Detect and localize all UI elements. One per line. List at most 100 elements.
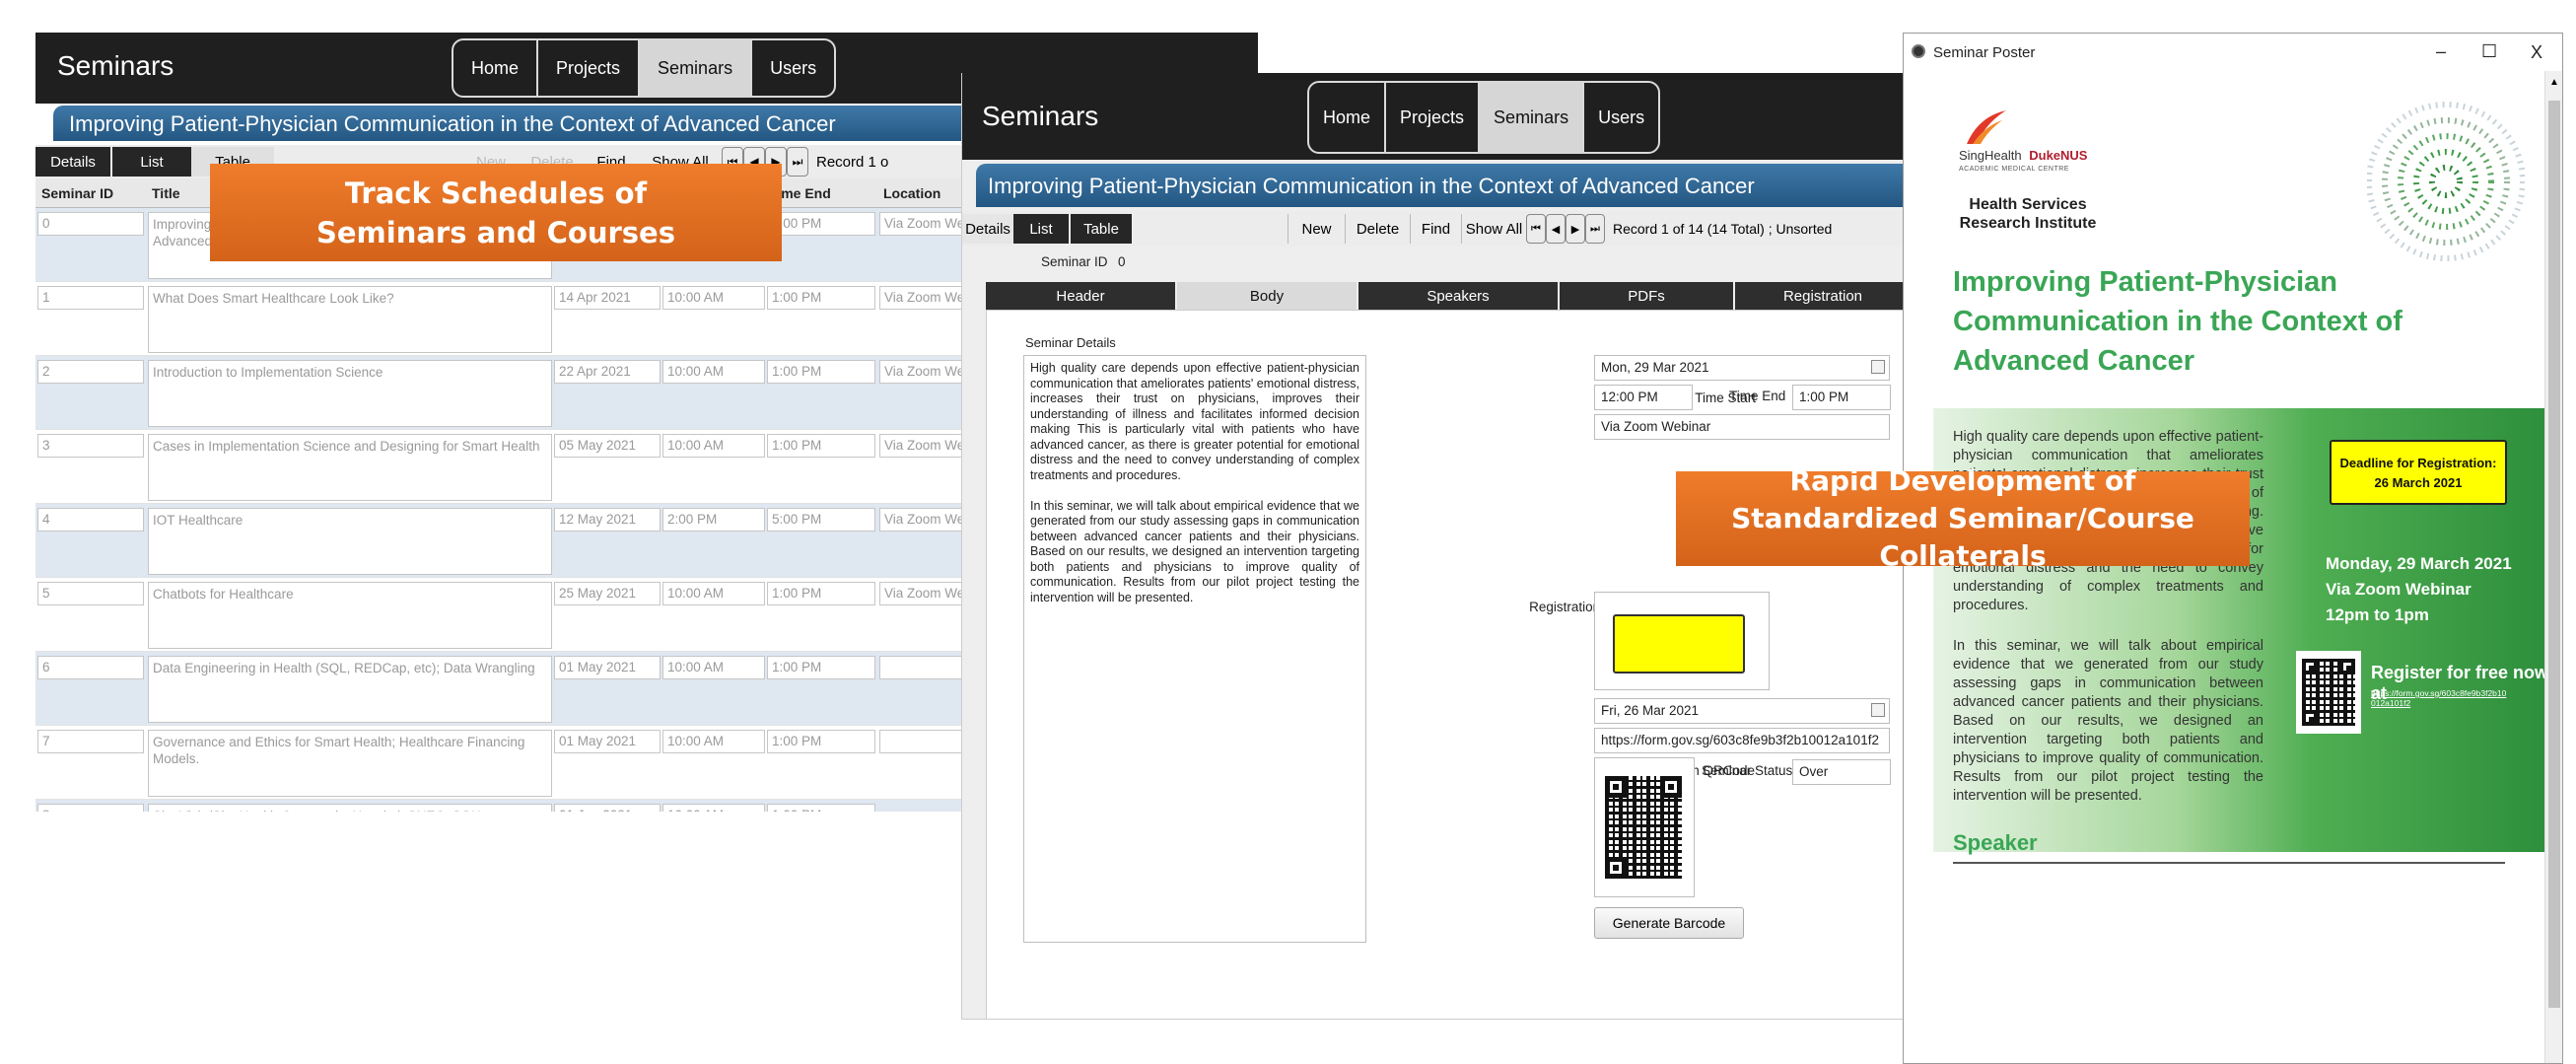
maximize-icon[interactable]: ☐	[2481, 41, 2497, 62]
poster-scrollbar[interactable]: ▲	[2544, 71, 2562, 1063]
seminar-status-label: Seminar Status	[1702, 763, 1793, 778]
close-icon[interactable]: X	[2531, 42, 2542, 63]
cell-end[interactable]: 1:00 PM	[767, 656, 875, 679]
tab-details[interactable]: Details	[962, 214, 1013, 244]
location-field[interactable]: Via Zoom Webinar	[1594, 414, 1890, 440]
reg-qrcode-container	[1594, 757, 1695, 897]
cell-date[interactable]: 12 May 2021	[554, 508, 661, 532]
cell-title[interactable]: What Does Smart Healthcare Look Like?	[148, 286, 552, 353]
seminar-details-textarea[interactable]: High quality care depends upon effective…	[1023, 355, 1366, 943]
cell-end[interactable]: 1:00 PM	[767, 212, 875, 236]
cell-start[interactable]: 10:00 AM	[662, 286, 765, 310]
cell-id[interactable]: 8	[37, 804, 144, 812]
subtab-body[interactable]: Body	[1177, 282, 1358, 310]
scroll-up-icon[interactable]: ▲	[2549, 77, 2559, 88]
cell-date[interactable]: 25 May 2021	[554, 582, 661, 605]
show-all-button[interactable]: Show All	[1461, 214, 1526, 244]
nav-home[interactable]: Home	[453, 40, 539, 96]
subtab-pdfs[interactable]: PDFs	[1560, 282, 1735, 310]
reg-closing-date-value: Fri, 26 Mar 2021	[1601, 703, 1700, 718]
record-count: Record 1 o	[816, 153, 889, 171]
view-toolbar: Details List Table New Delete Find Show …	[962, 211, 1903, 247]
subtab-registration[interactable]: Registration	[1735, 282, 1903, 310]
find-button[interactable]: Find	[1410, 214, 1461, 244]
tab-list[interactable]: List	[1013, 214, 1069, 244]
cell-title[interactable]: Data Engineering in Health (SQL, REDCap,…	[148, 656, 552, 723]
nav-users[interactable]: Users	[1584, 83, 1658, 152]
seminar-date-field[interactable]: Mon, 29 Mar 2021	[1594, 355, 1890, 381]
nav-seminars[interactable]: Seminars	[1480, 83, 1585, 152]
cell-date[interactable]: 01 Jun 2021	[554, 804, 661, 812]
deadline-label: Deadline for Registration:	[2339, 456, 2497, 470]
tab-details[interactable]: Details	[35, 147, 110, 177]
cell-date[interactable]: 14 Apr 2021	[554, 286, 661, 310]
cell-start[interactable]: 10:00 AM	[662, 656, 765, 679]
time-end-field[interactable]: 1:00 PM	[1792, 385, 1891, 410]
cell-id[interactable]: 0	[37, 212, 144, 236]
cell-id[interactable]: 1	[37, 286, 144, 310]
register-url[interactable]: https://form.gov.sg/603c8fe9b3f2b10012a1…	[2371, 688, 2509, 708]
reg-url-field[interactable]: https://form.gov.sg/603c8fe9b3f2b10012a1…	[1594, 728, 1890, 753]
seminar-id-label: Seminar ID	[1041, 254, 1108, 269]
cell-title[interactable]: IOT Healthcare	[148, 508, 552, 575]
cell-date[interactable]: 01 May 2021	[554, 730, 661, 753]
tab-table[interactable]: Table	[1071, 214, 1132, 244]
tab-list[interactable]: List	[112, 147, 191, 177]
cell-date[interactable]: 01 May 2021	[554, 656, 661, 679]
reg-closing-date-field[interactable]: Fri, 26 Mar 2021	[1594, 698, 1890, 724]
cell-title[interactable]: Site Visit (SingHealth Community Hospita…	[148, 804, 552, 812]
calendar-icon[interactable]	[1871, 703, 1885, 717]
first-record-icon[interactable]: ⏮	[1526, 214, 1546, 244]
cell-id[interactable]: 6	[37, 656, 144, 679]
cell-end[interactable]: 1:00 PM	[767, 730, 875, 753]
cell-start[interactable]: 10:00 AM	[662, 360, 765, 384]
cell-id[interactable]: 2	[37, 360, 144, 384]
cell-id[interactable]: 4	[37, 508, 144, 532]
cell-title[interactable]: Chatbots for Healthcare	[148, 582, 552, 649]
last-record-icon[interactable]: ⏭	[787, 147, 808, 177]
cell-start[interactable]: 10:00 AM	[662, 730, 765, 753]
nav-seminars[interactable]: Seminars	[640, 40, 753, 96]
logo-subtitle: ACADEMIC MEDICAL CENTRE	[1959, 166, 2069, 173]
cell-title[interactable]: Cases in Implementation Science and Desi…	[148, 434, 552, 501]
cell-id[interactable]: 7	[37, 730, 144, 753]
cell-end[interactable]: 1:00 PM	[767, 360, 875, 384]
new-button[interactable]: New	[1288, 214, 1345, 244]
qr-code-image	[1605, 776, 1682, 879]
generate-barcode-button[interactable]: Generate Barcode	[1594, 907, 1744, 939]
next-record-icon[interactable]: ▶	[1566, 214, 1585, 244]
reg-closing-bg-container[interactable]	[1594, 592, 1770, 690]
seminar-status-field[interactable]: Over	[1792, 759, 1891, 785]
cell-title[interactable]: Introduction to Implementation Science	[148, 360, 552, 427]
cell-end[interactable]: 1:00 PM	[767, 434, 875, 458]
col-seminar-id: Seminar ID	[41, 185, 114, 201]
scroll-banner-image	[1613, 614, 1745, 674]
prev-record-icon[interactable]: ◀	[1546, 214, 1566, 244]
event-time: 12pm to 1pm	[2326, 605, 2429, 624]
cell-id[interactable]: 3	[37, 434, 144, 458]
cell-date[interactable]: 22 Apr 2021	[554, 360, 661, 384]
calendar-icon[interactable]	[1871, 360, 1885, 374]
cell-date[interactable]: 05 May 2021	[554, 434, 661, 458]
cell-title[interactable]: Governance and Ethics for Smart Health; …	[148, 730, 552, 797]
cell-start[interactable]: 10:00 AM	[662, 804, 765, 812]
cell-start[interactable]: 10:00 AM	[662, 582, 765, 605]
cell-id[interactable]: 5	[37, 582, 144, 605]
minimize-icon[interactable]: –	[2436, 41, 2446, 62]
delete-button[interactable]: Delete	[1345, 214, 1410, 244]
nav-projects[interactable]: Projects	[1386, 83, 1481, 152]
nav-home[interactable]: Home	[1309, 83, 1387, 152]
cell-start[interactable]: 10:00 AM	[662, 434, 765, 458]
subtab-header[interactable]: Header	[986, 282, 1177, 310]
subtab-speakers[interactable]: Speakers	[1358, 282, 1560, 310]
scrollbar-thumb[interactable]	[2548, 101, 2560, 1008]
cell-end[interactable]: 1:00 PM	[767, 804, 875, 812]
nav-projects[interactable]: Projects	[538, 40, 641, 96]
cell-end[interactable]: 5:00 PM	[767, 508, 875, 532]
cell-end[interactable]: 1:00 PM	[767, 582, 875, 605]
cell-end[interactable]: 1:00 PM	[767, 286, 875, 310]
time-start-field[interactable]: 12:00 PM	[1594, 385, 1693, 410]
nav-users[interactable]: Users	[752, 40, 834, 96]
last-record-icon[interactable]: ⏭	[1585, 214, 1605, 244]
cell-start[interactable]: 2:00 PM	[662, 508, 765, 532]
